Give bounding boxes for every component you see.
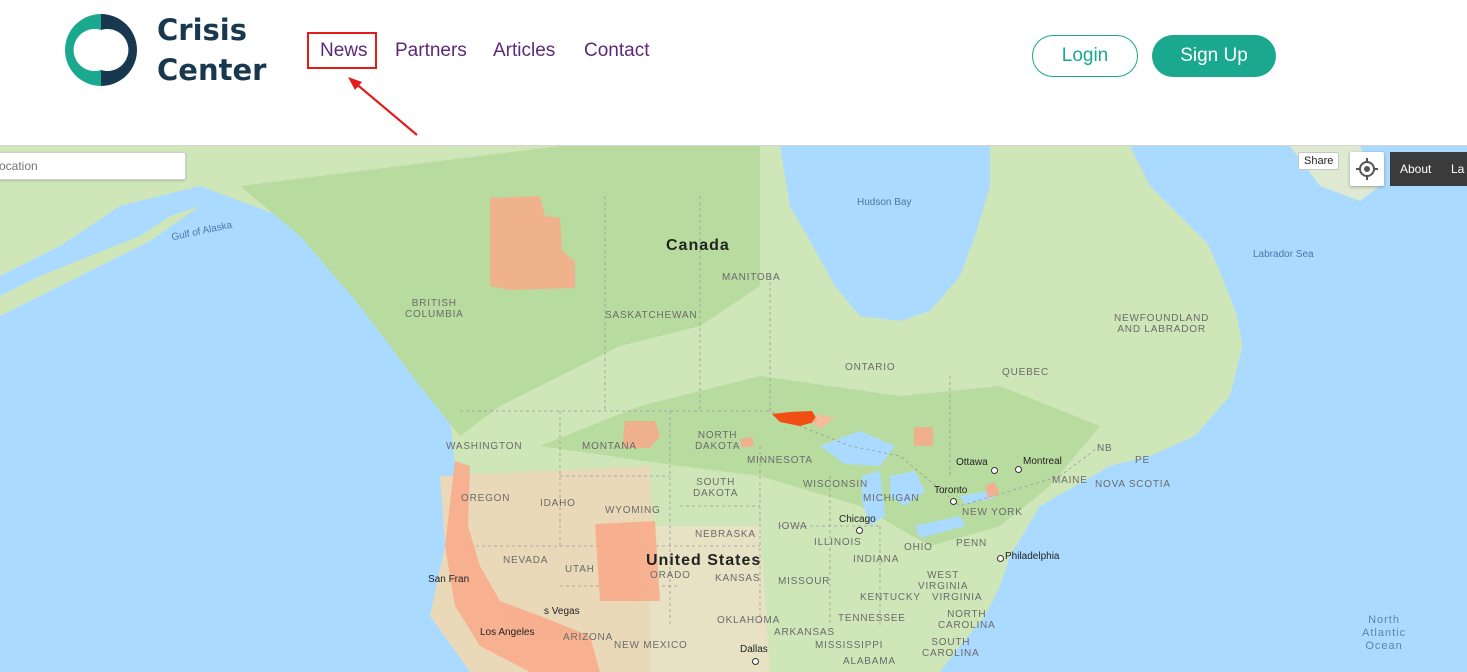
map-label-san-francisco: San Fran <box>428 574 470 585</box>
map-label-tennessee: TENNESSEE <box>838 613 906 624</box>
map-label-montreal: Montreal <box>1023 456 1062 467</box>
logo-text-line1: Crisis <box>157 13 247 47</box>
map-label-kansas: KANSAS <box>715 573 761 584</box>
map-label-british-columbia: BRITISH COLUMBIA <box>405 298 464 320</box>
city-dot-ottawa <box>991 467 998 474</box>
news-highlight-box <box>307 32 377 69</box>
nav-link-partners[interactable]: Partners <box>395 40 467 62</box>
logo-text: Crisis Center <box>157 10 266 90</box>
map-label-pennsylvania: PENN <box>956 538 987 549</box>
logo[interactable]: Crisis Center <box>55 10 275 90</box>
logo-mark-icon <box>65 14 137 86</box>
map-label-arkansas: ARKANSAS <box>774 627 835 638</box>
map-label-mississippi: MISSISSIPPI <box>815 640 884 651</box>
map-label-illinois: ILLINOIS <box>814 537 862 548</box>
map-label-south-dakota: SOUTH DAKOTA <box>693 477 739 499</box>
map-label-south-carolina: SOUTH CAROLINA <box>922 637 980 659</box>
map-label-saskatchewan: SASKATCHEWAN <box>605 310 698 321</box>
map-label-utah: UTAH <box>565 564 595 575</box>
crisis-zone-dakota <box>740 437 754 448</box>
map-label-virginia: VIRGINIA <box>932 592 983 603</box>
nav-link-articles[interactable]: Articles <box>493 40 555 62</box>
map-label-labrador-sea: Labrador Sea <box>1253 249 1314 260</box>
map-label-oregon: OREGON <box>461 493 511 504</box>
map-label-alabama: ALABAMA <box>843 656 896 667</box>
map-label-indiana: INDIANA <box>853 554 900 565</box>
map-label-newfoundland: NEWFOUNDLAND AND LABRADOR <box>1114 313 1210 335</box>
map-search-input[interactable] <box>0 153 185 179</box>
map-label-wyoming: WYOMING <box>605 505 661 516</box>
map-label-north-atlantic: North Atlantic Ocean <box>1362 614 1407 652</box>
map-label-michigan: MICHIGAN <box>863 493 920 504</box>
map-label-chicago: Chicago <box>839 514 876 525</box>
map-info-bar: About La <box>1390 152 1467 186</box>
signup-button[interactable]: Sign Up <box>1152 35 1276 77</box>
crisis-map[interactable]: Share About La Canada United States Huds… <box>0 145 1467 672</box>
map-label-colorado: ORADO <box>650 570 691 581</box>
city-dot-toronto <box>950 498 957 505</box>
map-label-washington: WASHINGTON <box>446 441 523 452</box>
map-label-nevada: NEVADA <box>503 555 549 566</box>
map-label-arizona: ARIZONA <box>563 632 614 643</box>
map-label-pe: PE <box>1135 455 1150 466</box>
map-label-maine: MAINE <box>1052 475 1088 486</box>
map-label-west-virginia: WEST VIRGINIA <box>918 570 969 592</box>
map-label-kentucky: KENTUCKY <box>860 592 921 603</box>
map-label-new-york: NEW YORK <box>962 507 1023 518</box>
map-label-philadelphia: Philadelphia <box>1005 551 1060 562</box>
about-link[interactable]: About <box>1400 152 1431 186</box>
map-label-nb: NB <box>1097 443 1113 454</box>
map-label-missouri: MISSOUR <box>778 576 831 587</box>
city-dot-dallas <box>752 658 759 665</box>
map-label-iowa: IOWA <box>778 521 808 532</box>
map-label-ohio: OHIO <box>904 542 933 553</box>
crisis-zone-newyork <box>985 482 1000 498</box>
map-label-manitoba: MANITOBA <box>722 272 781 283</box>
city-dot-montreal <box>1015 466 1022 473</box>
crisis-zone-ontario-west <box>772 411 818 426</box>
logo-text-line2: Center <box>157 53 267 87</box>
map-label-north-carolina: NORTH CAROLINA <box>938 609 996 631</box>
annotation-arrow-icon <box>348 77 418 136</box>
map-label-nebraska: NEBRASKA <box>695 529 756 540</box>
city-dot-chicago <box>856 527 863 534</box>
crosshair-icon <box>1356 158 1378 180</box>
map-label-minnesota: MINNESOTA <box>747 455 813 466</box>
map-label-wisconsin: WISCONSIN <box>803 479 868 490</box>
share-button[interactable]: Share <box>1298 152 1340 170</box>
map-label-united-states: United States <box>646 552 762 569</box>
map-label-oklahoma: OKLAHOMA <box>717 615 781 626</box>
map-label-canada: Canada <box>666 237 730 254</box>
map-label-ottawa: Ottawa <box>956 457 988 468</box>
locate-button[interactable] <box>1350 152 1384 186</box>
crisis-zone-alberta <box>490 196 575 290</box>
map-label-toronto: Toronto <box>934 485 968 496</box>
map-label-idaho: IDAHO <box>540 498 576 509</box>
layers-link[interactable]: La <box>1451 152 1464 186</box>
map-label-north-dakota: NORTH DAKOTA <box>695 430 741 452</box>
map-label-ontario: ONTARIO <box>845 362 896 373</box>
map-label-dallas: Dallas <box>740 644 768 655</box>
map-search-box[interactable] <box>0 152 186 180</box>
map-label-montana: MONTANA <box>582 441 637 452</box>
nav-link-contact[interactable]: Contact <box>584 40 649 62</box>
map-label-hudson-bay: Hudson Bay <box>857 197 912 208</box>
crisis-zone-ontario <box>914 427 933 446</box>
city-dot-philadelphia <box>997 555 1004 562</box>
login-button[interactable]: Login <box>1032 35 1138 77</box>
map-label-nova-scotia: NOVA SCOTIA <box>1095 479 1171 490</box>
map-label-los-angeles: Los Angeles <box>480 627 535 638</box>
map-label-quebec: QUEBEC <box>1002 367 1050 378</box>
map-label-new-mexico: NEW MEXICO <box>614 640 688 651</box>
map-label-las-vegas: s Vegas <box>544 606 580 617</box>
